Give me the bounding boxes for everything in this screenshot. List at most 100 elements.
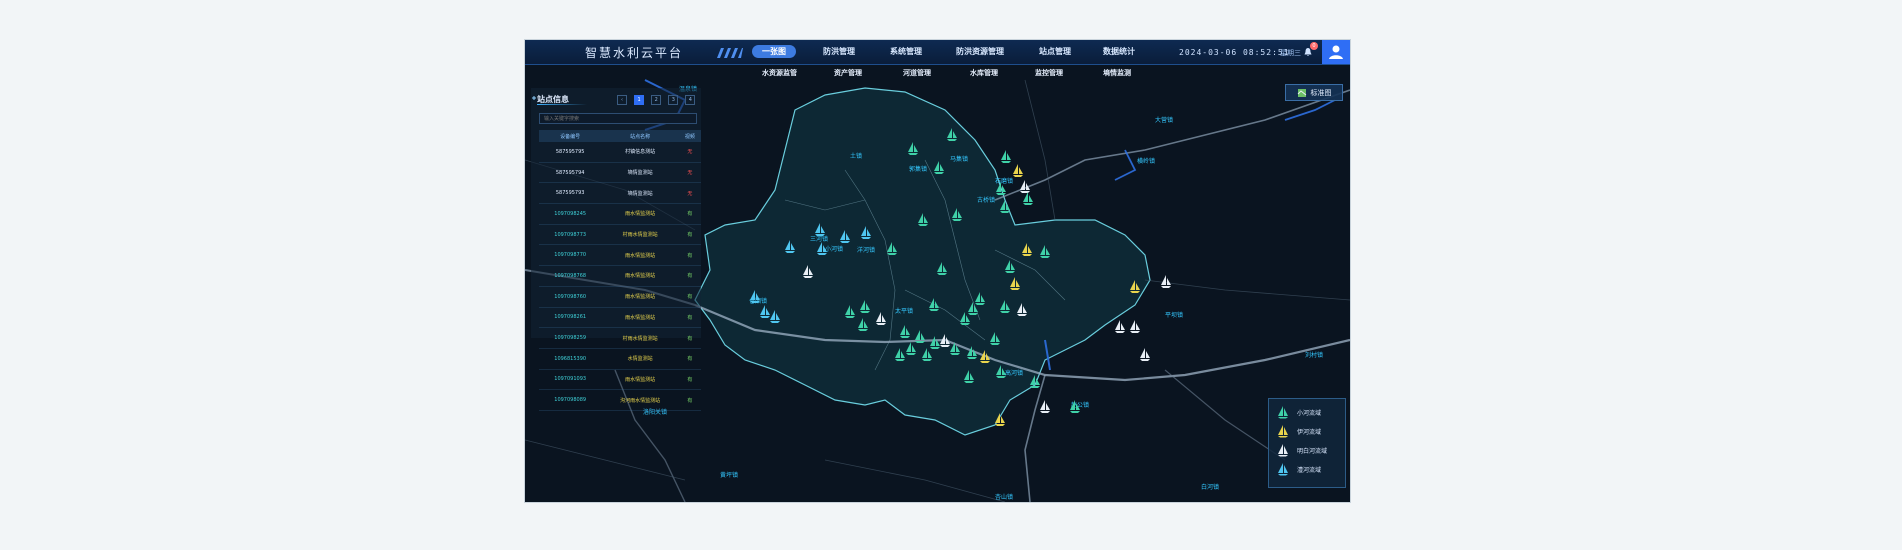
station-marker-icon[interactable] <box>1070 400 1080 413</box>
nav-tab-map[interactable]: 一张图 <box>752 45 796 58</box>
map-type-switch-button[interactable]: 标准图 <box>1285 84 1343 101</box>
station-marker-icon[interactable] <box>996 182 1006 195</box>
subnav-reservoir[interactable]: 水库管理 <box>970 68 998 78</box>
station-marker-icon[interactable] <box>770 310 780 323</box>
table-row[interactable]: 1097098760 雨水情监测站 有 <box>539 286 701 307</box>
page-button[interactable]: 4 <box>685 95 696 105</box>
page-button[interactable]: 1 <box>634 95 645 105</box>
station-marker-icon[interactable] <box>887 242 897 255</box>
subnav-assets[interactable]: 资产管理 <box>834 68 862 78</box>
station-marker-icon[interactable] <box>785 240 795 253</box>
station-marker-icon[interactable] <box>908 142 918 155</box>
station-marker-icon[interactable] <box>975 292 985 305</box>
station-search-input[interactable] <box>539 113 697 124</box>
table-row[interactable]: 1097098245 雨水情监测站 有 <box>539 204 701 225</box>
subnav-soil-moisture[interactable]: 墒情监测 <box>1103 68 1131 78</box>
table-row[interactable]: 587595793 墒情监测站 无 <box>539 183 701 204</box>
station-marker-icon[interactable] <box>803 265 813 278</box>
station-marker-icon[interactable] <box>817 242 827 255</box>
legend-item[interactable]: 伊河流域 <box>1277 424 1321 438</box>
station-marker-icon[interactable] <box>922 348 932 361</box>
page-button[interactable]: 2 <box>651 95 662 105</box>
table-row[interactable]: 1097098259 村雨水情监测站 有 <box>539 328 701 349</box>
nav-tab-system[interactable]: 系统管理 <box>890 46 922 57</box>
station-marker-icon[interactable] <box>1000 300 1010 313</box>
station-marker-icon[interactable] <box>900 325 910 338</box>
station-marker-icon[interactable] <box>895 348 905 361</box>
station-marker-icon[interactable] <box>840 230 850 243</box>
station-marker-icon[interactable] <box>1115 320 1125 333</box>
legend-item[interactable]: 小河流域 <box>1277 405 1321 419</box>
subnav-water-resource[interactable]: 水资源监管 <box>762 68 797 78</box>
station-marker-icon[interactable] <box>967 346 977 359</box>
station-name-cell: 村雨水情监测站 <box>622 335 658 342</box>
table-row[interactable]: 1097098089 沟河雨水情监测站 有 <box>539 390 701 411</box>
station-marker-icon[interactable] <box>950 342 960 355</box>
nav-tab-station[interactable]: 站点管理 <box>1039 46 1071 57</box>
table-row[interactable]: 1097098768 雨水情监测站 有 <box>539 266 701 287</box>
station-marker-icon[interactable] <box>940 334 950 347</box>
video-status-cell: 有 <box>687 356 693 363</box>
station-marker-icon[interactable] <box>1020 180 1030 193</box>
nav-tab-flood-resource[interactable]: 防洪资源管理 <box>956 46 1004 57</box>
nav-tab-flood[interactable]: 防洪管理 <box>823 46 855 57</box>
station-marker-icon[interactable] <box>1130 320 1140 333</box>
station-marker-icon[interactable] <box>934 161 944 174</box>
station-marker-icon[interactable] <box>1022 243 1032 256</box>
station-marker-icon[interactable] <box>1140 348 1150 361</box>
table-row[interactable]: 1097091093 雨水情监测站 有 <box>539 369 701 390</box>
station-marker-icon[interactable] <box>750 290 760 303</box>
station-marker-icon[interactable] <box>760 305 770 318</box>
station-name-cell: 村雨水情监测站 <box>622 232 658 239</box>
station-marker-icon[interactable] <box>1000 200 1010 213</box>
table-row[interactable]: 1096815390 水情监测站 有 <box>539 348 701 370</box>
station-marker-icon[interactable] <box>1001 150 1011 163</box>
station-marker-icon[interactable] <box>1030 375 1040 388</box>
station-marker-icon[interactable] <box>930 336 940 349</box>
station-marker-icon[interactable] <box>1040 245 1050 258</box>
station-marker-icon[interactable] <box>952 208 962 221</box>
legend-item[interactable]: 明白河流域 <box>1277 443 1327 457</box>
station-marker-icon[interactable] <box>861 226 871 239</box>
table-row[interactable]: 587595795 村镇信息测站 无 <box>539 142 701 163</box>
station-marker-icon[interactable] <box>906 342 916 355</box>
nav-tab-statistics[interactable]: 数据统计 <box>1103 46 1135 57</box>
subnav-river[interactable]: 河道管理 <box>903 68 931 78</box>
station-marker-icon[interactable] <box>1013 164 1023 177</box>
device-id-cell: 1097098089 <box>554 397 587 404</box>
station-marker-icon[interactable] <box>1023 192 1033 205</box>
page-button[interactable]: 3 <box>668 95 679 105</box>
video-status-cell: 有 <box>687 376 693 383</box>
station-marker-icon[interactable] <box>1017 303 1027 316</box>
station-name-cell: 雨水情监测站 <box>625 211 656 218</box>
table-row[interactable]: 1097098773 村雨水情监测站 有 <box>539 224 701 245</box>
station-marker-icon[interactable] <box>876 312 886 325</box>
legend-item[interactable]: 澧河流域 <box>1277 462 1321 476</box>
station-marker-icon[interactable] <box>860 300 870 313</box>
station-marker-icon[interactable] <box>845 305 855 318</box>
table-row[interactable]: 1097098770 雨水情监测站 有 <box>539 245 701 266</box>
station-marker-icon[interactable] <box>1130 280 1140 293</box>
user-icon[interactable] <box>1322 40 1350 64</box>
station-marker-icon[interactable] <box>858 318 868 331</box>
station-marker-icon[interactable] <box>1005 260 1015 273</box>
station-marker-icon[interactable] <box>980 350 990 363</box>
station-marker-icon[interactable] <box>960 312 970 325</box>
station-marker-icon[interactable] <box>918 213 928 226</box>
station-marker-icon[interactable] <box>1040 400 1050 413</box>
table-row[interactable]: 1097098261 雨水情监测站 有 <box>539 307 701 328</box>
station-marker-icon[interactable] <box>929 298 939 311</box>
station-marker-icon[interactable] <box>915 330 925 343</box>
station-marker-icon[interactable] <box>990 332 1000 345</box>
station-marker-icon[interactable] <box>937 262 947 275</box>
station-marker-icon[interactable] <box>815 223 825 236</box>
station-marker-icon[interactable] <box>995 413 1005 426</box>
station-marker-icon[interactable] <box>996 365 1006 378</box>
subnav-monitoring[interactable]: 监控管理 <box>1035 68 1063 78</box>
station-marker-icon[interactable] <box>947 128 957 141</box>
station-marker-icon[interactable] <box>1010 277 1020 290</box>
station-marker-icon[interactable] <box>964 370 974 383</box>
station-marker-icon[interactable] <box>1161 275 1171 288</box>
table-row[interactable]: 587595794 墒情监测站 无 <box>539 162 701 183</box>
page-prev-button[interactable]: ‹ <box>617 95 627 105</box>
